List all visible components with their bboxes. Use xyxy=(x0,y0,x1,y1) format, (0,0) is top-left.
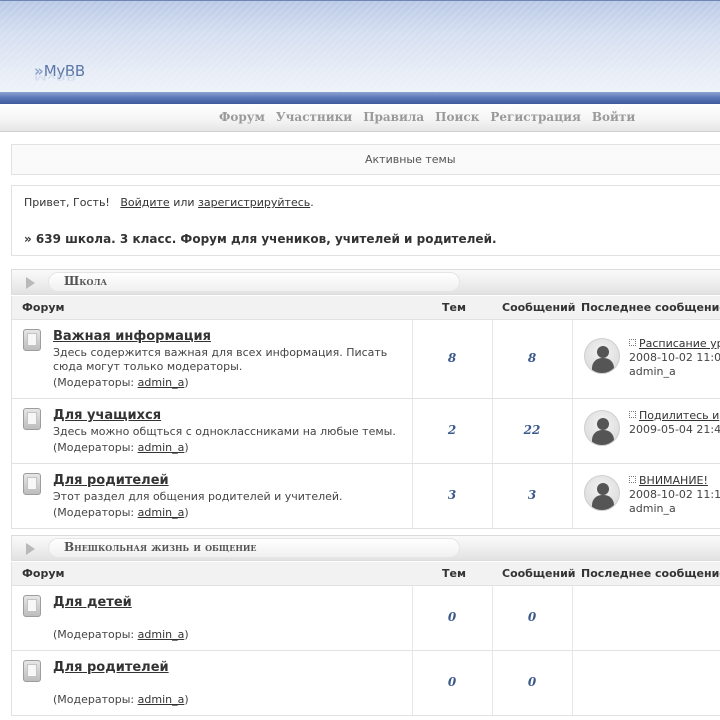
avatar xyxy=(584,410,620,446)
last-post-author[interactable]: admin_a xyxy=(629,365,676,378)
moderator-link[interactable]: admin_a xyxy=(138,693,185,706)
avatar xyxy=(584,475,620,511)
forum-status-icon xyxy=(23,473,41,495)
col-posts: Сообщений xyxy=(502,567,576,580)
last-post: Расписание ур 2008-10-02 11:0 admin_a xyxy=(629,337,720,379)
forum-status-icon xyxy=(23,595,41,617)
greeting-text: Привет, Гость! xyxy=(24,196,110,209)
topic-count: 0 xyxy=(447,610,457,624)
forum-title[interactable]: Для родителей xyxy=(53,660,169,675)
breadcrumb[interactable]: » 639 школа. 3 класс. Форум для учеников… xyxy=(24,232,497,246)
col-topics: Тем xyxy=(442,301,466,314)
category-header-school[interactable]: Школа xyxy=(11,269,720,295)
moderator-link[interactable]: admin_a xyxy=(138,628,185,641)
col-forum: Форум xyxy=(22,301,65,314)
go-to-post-icon[interactable] xyxy=(629,411,636,418)
last-post-link[interactable]: Подилитесь и xyxy=(639,409,719,422)
forum-moderators: (Модераторы: admin_a) xyxy=(53,628,189,641)
col-forum: Форум xyxy=(22,567,65,580)
category-title: Внешкольная жизнь и общение xyxy=(64,540,257,554)
post-count: 3 xyxy=(527,488,537,502)
go-to-post-icon[interactable] xyxy=(629,339,636,346)
or-text: или xyxy=(173,196,195,209)
moderator-link[interactable]: admin_a xyxy=(138,441,185,454)
forum-row: Для учащихся Здесь можно общться с однок… xyxy=(11,399,720,464)
greeting-line: Привет, Гость! Войдите или зарегистрируй… xyxy=(24,196,314,209)
forum-description: Здесь содержится важная для всех информа… xyxy=(53,346,388,373)
menu-item-forum[interactable]: Форум xyxy=(219,110,265,124)
post-count: 0 xyxy=(527,610,537,624)
go-to-post-icon[interactable] xyxy=(629,476,636,483)
avatar xyxy=(584,338,620,374)
last-post-link[interactable]: Расписание ур xyxy=(639,337,720,350)
topic-count: 0 xyxy=(447,675,457,689)
col-topics: Тем xyxy=(442,567,466,580)
menu-bar: Форум Участники Правила Поиск Регистраци… xyxy=(0,104,720,132)
topic-count: 2 xyxy=(447,423,457,437)
last-post-date: 2008-10-02 11:1 xyxy=(629,488,720,501)
category-title-pill xyxy=(48,272,460,292)
forum-status-icon xyxy=(23,329,41,351)
register-link[interactable]: зарегистрируйтесь xyxy=(198,196,310,209)
forum-moderators: (Модераторы: admin_a) xyxy=(53,441,189,454)
moderator-link[interactable]: admin_a xyxy=(138,376,185,389)
forum-moderators: (Модераторы: admin_a) xyxy=(53,506,189,519)
menu-item-search[interactable]: Поиск xyxy=(435,110,479,124)
table-header: Форум Тем Сообщений Последнее сообщение xyxy=(11,296,720,320)
last-post: ВНИМАНИЕ! 2008-10-02 11:1 admin_a xyxy=(629,474,720,516)
last-post-author[interactable]: admin_a xyxy=(629,502,676,515)
forum-title[interactable]: Для детей xyxy=(53,595,132,610)
logo-reflection: MyBB xyxy=(34,72,77,82)
header-band xyxy=(0,92,720,104)
forum-title[interactable]: Для учащихся xyxy=(53,408,161,423)
menu-item-members[interactable]: Участники xyxy=(276,110,352,124)
forum-description: Этот раздел для общения родителей и учит… xyxy=(53,490,343,503)
forum-row: Для детей (Модераторы: admin_a) 0 0 xyxy=(11,586,720,651)
moderator-link[interactable]: admin_a xyxy=(138,506,185,519)
category-title: Школа xyxy=(64,274,108,288)
forum-title[interactable]: Для родителей xyxy=(53,473,169,488)
topic-count: 8 xyxy=(447,351,457,365)
active-topics-bar: Активные темы xyxy=(11,144,720,175)
menu-item-login[interactable]: Войти xyxy=(592,110,635,124)
post-count: 22 xyxy=(523,423,541,437)
forum-description: Здесь можно общться с одноклассниками на… xyxy=(53,425,396,438)
forum-row: Важная информация Здесь содержится важна… xyxy=(11,320,720,399)
last-post-date: 2008-10-02 11:0 xyxy=(629,351,720,364)
site-header xyxy=(0,0,720,92)
collapse-arrow-icon[interactable] xyxy=(26,277,35,289)
last-post-date: 2009-05-04 21:4 xyxy=(629,423,720,436)
last-post: Подилитесь и 2009-05-04 21:4 xyxy=(629,409,720,437)
menu-item-register[interactable]: Регистрация xyxy=(490,110,580,124)
table-header: Форум Тем Сообщений Последнее сообщение xyxy=(11,562,720,586)
welcome-panel: Привет, Гость! Войдите или зарегистрируй… xyxy=(11,185,720,256)
menu-item-rules[interactable]: Правила xyxy=(363,110,424,124)
last-post-link[interactable]: ВНИМАНИЕ! xyxy=(639,474,708,487)
forum-status-icon xyxy=(23,408,41,430)
col-last-post: Последнее сообщение xyxy=(581,301,720,314)
forum-title[interactable]: Важная информация xyxy=(53,329,211,344)
forum-moderators: (Модераторы: admin_a) xyxy=(53,693,189,706)
collapse-arrow-icon[interactable] xyxy=(26,543,35,555)
post-count: 8 xyxy=(527,351,537,365)
post-count: 0 xyxy=(527,675,537,689)
category-header-outside[interactable]: Внешкольная жизнь и общение xyxy=(11,535,720,561)
forum-moderators: (Модераторы: admin_a) xyxy=(53,376,189,389)
col-posts: Сообщений xyxy=(502,301,576,314)
login-link[interactable]: Войдите xyxy=(120,196,169,209)
main-menu: Форум Участники Правила Поиск Регистраци… xyxy=(219,110,635,124)
forum-row: Для родителей Этот раздел для общения ро… xyxy=(11,464,720,529)
active-topics-link[interactable]: Активные темы xyxy=(365,145,456,174)
forum-status-icon xyxy=(23,660,41,682)
col-last-post: Последнее сообщение xyxy=(581,567,720,580)
forum-row: Для родителей (Модераторы: admin_a) 0 0 xyxy=(11,651,720,716)
topic-count: 3 xyxy=(447,488,457,502)
